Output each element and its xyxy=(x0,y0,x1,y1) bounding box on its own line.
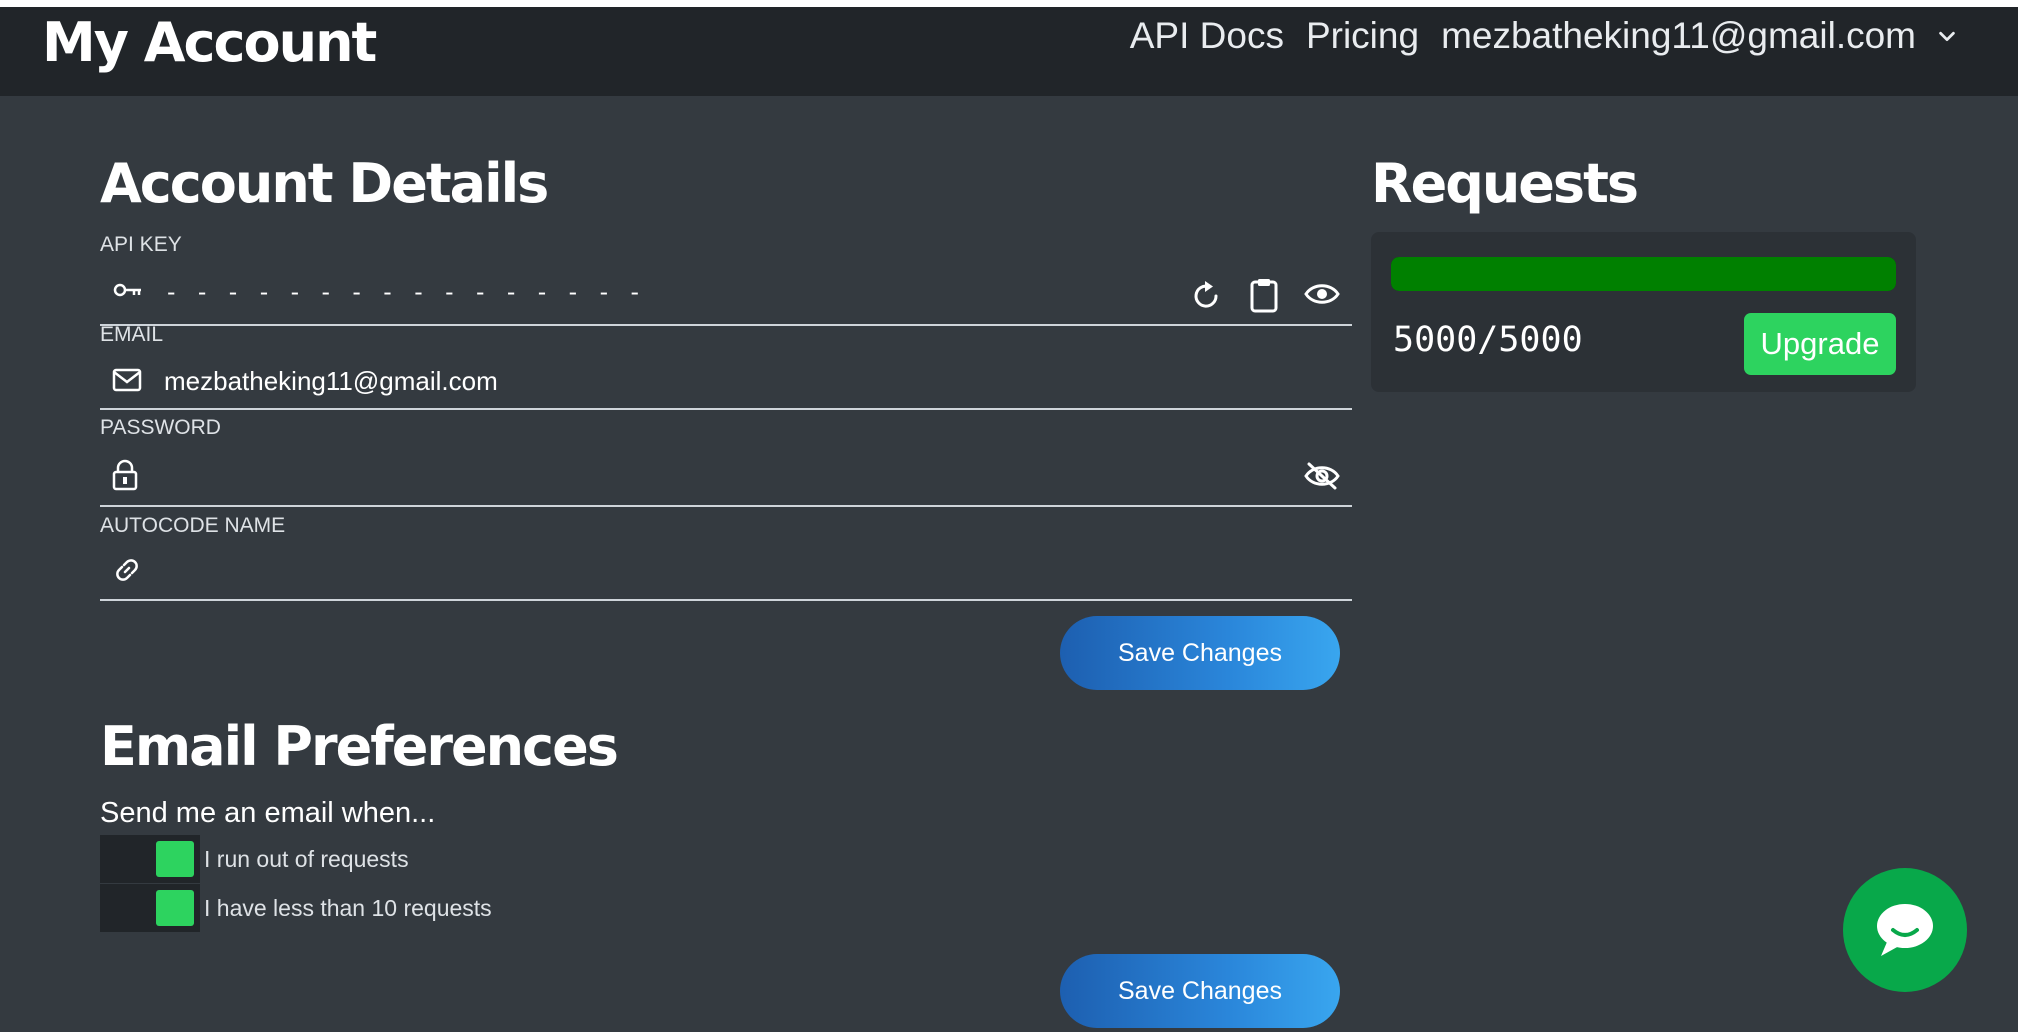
nav-links: API Docs Pricing mezbatheking11@gmail.co… xyxy=(1108,15,1958,57)
account-details-title: Account Details xyxy=(100,152,549,215)
nav-pricing-link[interactable]: Pricing xyxy=(1306,15,1419,57)
low-requests-toggle[interactable] xyxy=(100,884,200,932)
clipboard-icon[interactable] xyxy=(1249,277,1279,313)
chat-widget-button[interactable] xyxy=(1843,868,1967,992)
mail-icon xyxy=(112,368,142,392)
requests-progress-fill xyxy=(1391,257,1896,291)
requests-count: 5000/5000 xyxy=(1393,320,1583,360)
autocode-name-field[interactable] xyxy=(100,541,1352,601)
toggle-knob xyxy=(156,841,194,877)
lock-icon xyxy=(112,459,138,491)
save-changes-button[interactable]: Save Changes xyxy=(1060,616,1340,690)
email-field[interactable]: mezbatheking11@gmail.com xyxy=(100,352,1352,410)
requests-progress-bar xyxy=(1391,257,1896,291)
toggle-knob xyxy=(156,890,194,926)
api-key-field: - - - - - - - - - - - - - - - - xyxy=(100,262,1352,326)
requests-card: 5000/5000 Upgrade xyxy=(1371,232,1916,392)
requests-title: Requests xyxy=(1371,152,1639,215)
password-label: PASSWORD xyxy=(100,416,221,439)
email-preferences-title: Email Preferences xyxy=(100,715,619,778)
eye-icon[interactable] xyxy=(1304,280,1340,308)
api-key-label: API KEY xyxy=(100,233,182,256)
out-of-requests-toggle[interactable] xyxy=(100,835,200,883)
chevron-down-icon[interactable] xyxy=(1936,25,1958,47)
out-of-requests-label: I run out of requests xyxy=(204,845,409,872)
email-pref-option: I run out of requests xyxy=(100,835,409,883)
navbar: My Account API Docs Pricing mezbatheking… xyxy=(0,7,2018,96)
email-label: EMAIL xyxy=(100,323,164,346)
nav-api-docs-link[interactable]: API Docs xyxy=(1130,15,1284,57)
email-value[interactable]: mezbatheking11@gmail.com xyxy=(164,366,498,397)
email-pref-option: I have less than 10 requests xyxy=(100,884,492,932)
page: My Account API Docs Pricing mezbatheking… xyxy=(0,7,2018,1032)
eye-off-icon[interactable] xyxy=(1304,461,1340,491)
link-icon xyxy=(116,559,138,581)
upgrade-button[interactable]: Upgrade xyxy=(1744,313,1896,375)
email-preferences-intro: Send me an email when... xyxy=(100,797,436,829)
account-menu-toggle[interactable]: mezbatheking11@gmail.com xyxy=(1441,15,1916,57)
autocode-name-label: AUTOCODE NAME xyxy=(100,514,286,537)
key-icon xyxy=(113,283,141,297)
brand-title: My Account xyxy=(42,11,377,74)
api-key-value: - - - - - - - - - - - - - - - - xyxy=(164,278,643,306)
password-field[interactable] xyxy=(100,445,1352,507)
chat-icon xyxy=(1877,904,1933,956)
regenerate-icon[interactable] xyxy=(1191,279,1223,313)
low-requests-label: I have less than 10 requests xyxy=(204,894,492,921)
save-preferences-button[interactable]: Save Changes xyxy=(1060,954,1340,1028)
